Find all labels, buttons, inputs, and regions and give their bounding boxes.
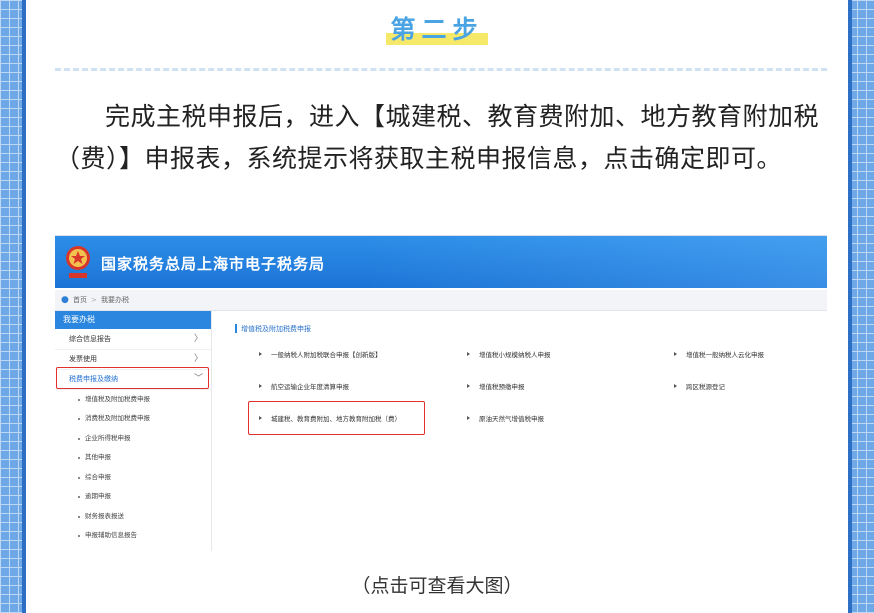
sidebar: 我要办税 综合信息报告 〉 发票使用 〉 税费申报及缴纳 ﹀ 增值税及附加税费申… bbox=[55, 311, 212, 551]
sidebar-subitem[interactable]: 财务报表报送 bbox=[55, 507, 211, 526]
tax-portal-screenshot[interactable]: 国家税务总局上海市电子税务局 ● 首页 > 我要办税 我要办税 综合信息报告 〉… bbox=[55, 235, 827, 551]
link-crude-oil-gas-vat[interactable]: 原油天然气增值税申报 bbox=[467, 413, 544, 423]
link-general-combined-filing[interactable]: 一般纳税人附加税联合申报【创新版】 bbox=[259, 349, 382, 359]
link-aviation-settlement[interactable]: 航空运输企业年度清算申报 bbox=[259, 381, 349, 391]
link-general-cloud-vat[interactable]: 增值税一般纳税人云化申报 bbox=[674, 349, 764, 359]
sidebar-item-label: 综合信息报告 bbox=[69, 335, 111, 343]
breadcrumb-separator: > bbox=[91, 296, 97, 304]
link-cross-region-registration[interactable]: 跨区税源登记 bbox=[674, 381, 725, 391]
section-title: 增值税及附加税费申报 bbox=[235, 324, 311, 333]
breadcrumb: ● 首页 > 我要办税 bbox=[55, 290, 827, 311]
right-border-decoration bbox=[848, 0, 874, 613]
sidebar-subitem[interactable]: 逾期申报 bbox=[55, 487, 211, 506]
sidebar-subitem[interactable]: 综合申报 bbox=[55, 468, 211, 487]
location-pin-icon: ● bbox=[61, 295, 69, 305]
breadcrumb-current: 我要办税 bbox=[101, 296, 129, 304]
sidebar-header[interactable]: 我要办税 bbox=[55, 311, 211, 329]
image-caption[interactable]: （点击可查看大图） bbox=[0, 571, 874, 598]
sidebar-subitem[interactable]: 企业所得税申报 bbox=[55, 429, 211, 448]
portal-header: 国家税务总局上海市电子税务局 bbox=[55, 236, 827, 288]
site-title: 国家税务总局上海市电子税务局 bbox=[101, 255, 326, 273]
sidebar-subitem[interactable]: 增值税及附加税费申报 bbox=[55, 390, 211, 409]
left-border-decoration bbox=[0, 0, 26, 613]
step-heading: 第二步 bbox=[0, 10, 874, 46]
link-small-scale-vat[interactable]: 增值税小规模纳税人申报 bbox=[467, 349, 551, 359]
chevron-right-icon: 〉 bbox=[193, 334, 203, 344]
dashed-divider bbox=[55, 68, 827, 71]
highlight-box-target-link bbox=[248, 401, 425, 435]
sidebar-subitem[interactable]: 申报辅助信息报告 bbox=[55, 526, 211, 545]
sidebar-item-info-report[interactable]: 综合信息报告 〉 bbox=[55, 330, 211, 350]
step-title: 第二步 bbox=[386, 10, 488, 46]
sidebar-subitem[interactable]: 消费税及附加税费申报 bbox=[55, 409, 211, 428]
highlight-box-sidebar bbox=[56, 367, 209, 389]
tax-emblem-icon bbox=[66, 246, 90, 278]
link-vat-prepayment[interactable]: 增值税预缴申报 bbox=[467, 381, 525, 391]
breadcrumb-home[interactable]: 首页 bbox=[73, 290, 87, 310]
instruction-paragraph: 完成主税申报后，进入【城建税、教育费附加、地方教育附加税（费）】申报表，系统提示… bbox=[55, 102, 820, 173]
sidebar-subitem[interactable]: 其他申报 bbox=[55, 448, 211, 467]
sidebar-item-label: 发票使用 bbox=[69, 355, 97, 363]
